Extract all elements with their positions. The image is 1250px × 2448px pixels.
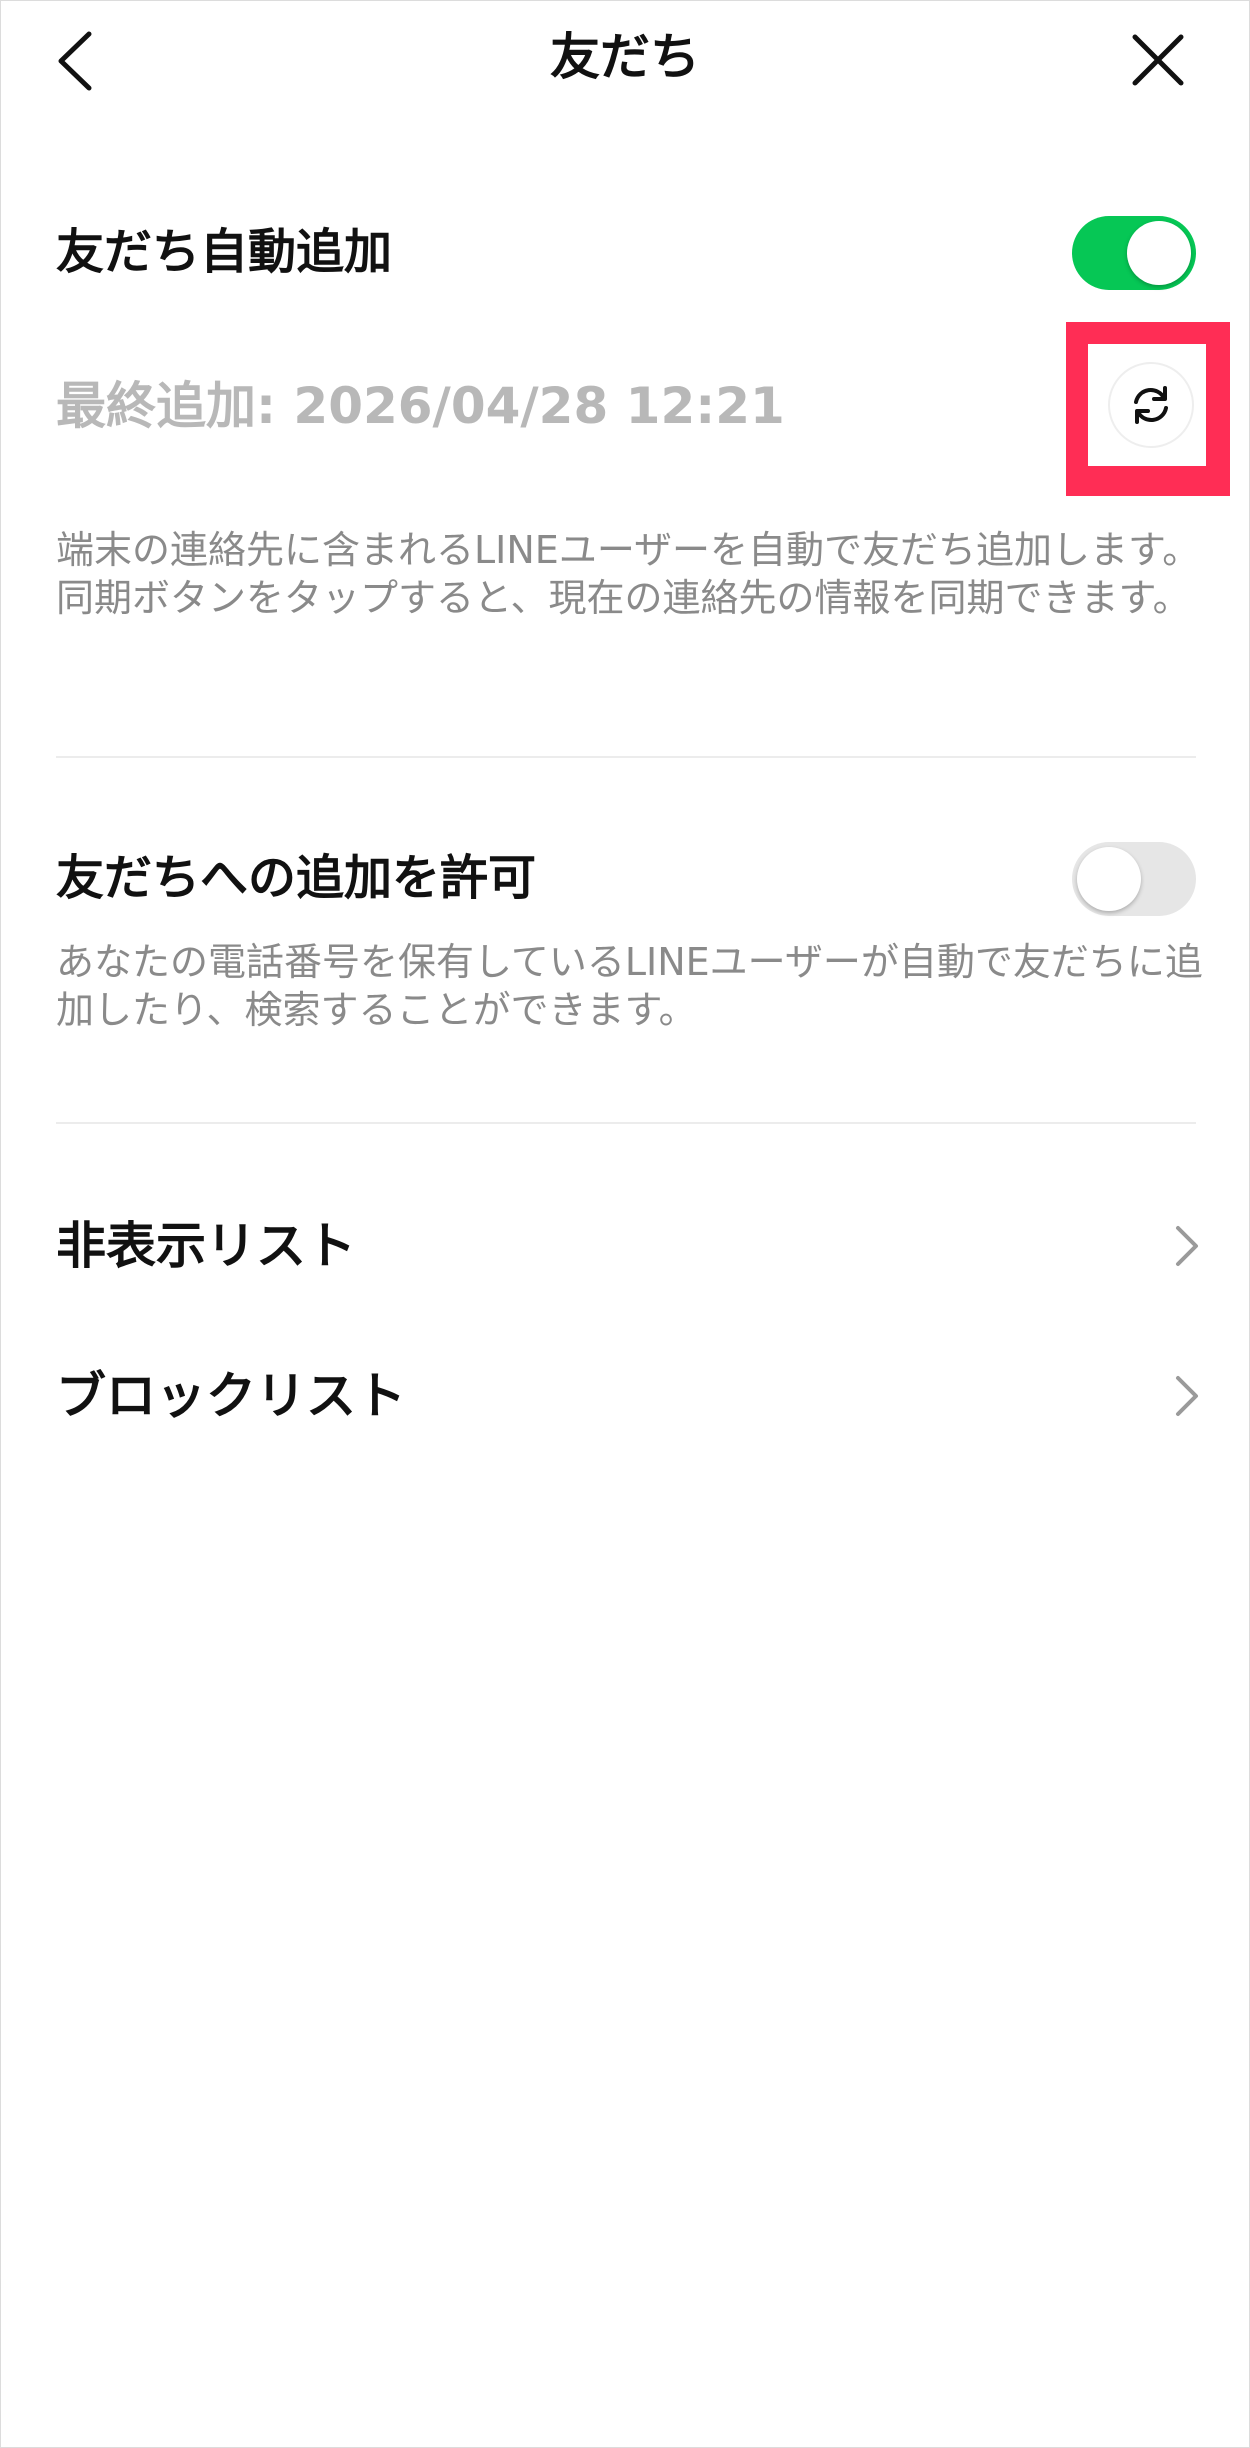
section-divider bbox=[56, 756, 1196, 758]
section-divider bbox=[56, 1122, 1196, 1124]
navigation-header: 友だち bbox=[0, 0, 1250, 118]
allow-add-title: 友だちへの追加を許可 bbox=[56, 850, 537, 906]
chevron-right-icon bbox=[1176, 1226, 1198, 1266]
block-list-label: ブロックリスト bbox=[56, 1367, 406, 1425]
hidden-list-item[interactable]: 非表示リスト bbox=[0, 1186, 1250, 1306]
refresh-icon bbox=[1134, 386, 1168, 424]
auto-add-toggle[interactable] bbox=[1072, 216, 1196, 290]
allow-add-description: あなたの電話番号を保有しているLINEユーザーが自動で友だちに追加したり、検索す… bbox=[56, 940, 1203, 1032]
chevron-right-icon bbox=[1176, 1376, 1198, 1416]
close-button[interactable] bbox=[1120, 22, 1196, 98]
allow-add-toggle[interactable] bbox=[1072, 842, 1196, 916]
auto-add-description: 端末の連絡先に含まれるLINEユーザーを自動で友だち追加します。同期ボタンをタッ… bbox=[56, 528, 1201, 620]
auto-add-title: 友だち自動追加 bbox=[56, 224, 393, 280]
block-list-item[interactable]: ブロックリスト bbox=[0, 1336, 1250, 1456]
last-added-timestamp: 最終追加: 2026/04/28 12:21 bbox=[56, 377, 785, 435]
close-icon bbox=[1132, 34, 1184, 86]
toggle-knob bbox=[1077, 847, 1141, 911]
toggle-knob bbox=[1127, 221, 1191, 285]
page-title: 友だち bbox=[550, 28, 700, 86]
hidden-list-label: 非表示リスト bbox=[56, 1217, 356, 1275]
sync-button[interactable] bbox=[1108, 362, 1194, 448]
